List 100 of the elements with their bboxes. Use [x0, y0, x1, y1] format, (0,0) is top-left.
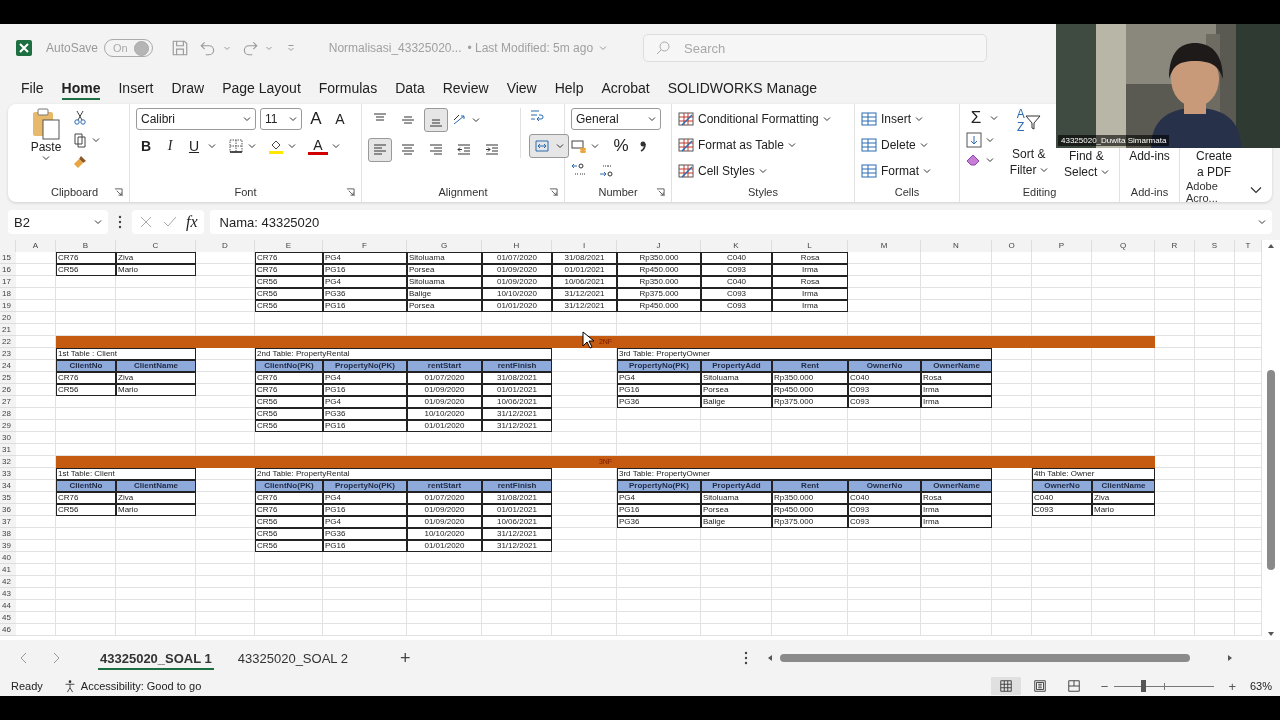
row-number[interactable]: 32: [0, 456, 16, 468]
font-family-dropdown[interactable]: Calibri: [136, 108, 256, 130]
styles-menu-button[interactable]: Format as Table: [678, 134, 796, 156]
scrollbar-thumb[interactable]: [1267, 370, 1275, 570]
autosum-button[interactable]: Σ: [966, 108, 986, 128]
menu-tab[interactable]: Home: [52, 76, 110, 100]
align-icon[interactable]: [424, 108, 448, 132]
row-number[interactable]: 15: [0, 252, 16, 264]
caret-icon[interactable]: [248, 142, 256, 150]
row-number[interactable]: 29: [0, 420, 16, 432]
menu-tab[interactable]: Data: [386, 76, 434, 100]
scroll-up-icon[interactable]: [1267, 242, 1275, 250]
row-number[interactable]: 34: [0, 480, 16, 492]
merge-center-button[interactable]: [529, 134, 569, 158]
row-number[interactable]: 38: [0, 528, 16, 540]
scissors-icon[interactable]: [72, 110, 88, 126]
borders-icon[interactable]: [228, 138, 244, 154]
row-number[interactable]: 30: [0, 432, 16, 444]
caret-icon[interactable]: [986, 156, 994, 164]
row-number[interactable]: 40: [0, 552, 16, 564]
add-ins-button[interactable]: Add-ins: [1129, 148, 1170, 164]
menu-tab[interactable]: Acrobat: [592, 76, 659, 100]
row-number[interactable]: 35: [0, 492, 16, 504]
zoom-in-button[interactable]: +: [1228, 678, 1236, 694]
collapse-ribbon-icon[interactable]: [1250, 186, 1262, 194]
next-sheet-icon[interactable]: [52, 652, 60, 664]
row-number[interactable]: 36: [0, 504, 16, 516]
menu-tab[interactable]: Draw: [162, 76, 214, 100]
row-number[interactable]: 44: [0, 600, 16, 612]
styles-menu-button[interactable]: Cell Styles: [678, 160, 767, 182]
row-number[interactable]: 27: [0, 396, 16, 408]
scroll-left-icon[interactable]: [766, 654, 775, 662]
cells-menu-button[interactable]: Format: [861, 160, 931, 182]
search-field[interactable]: Search: [643, 34, 988, 62]
fill-down-icon[interactable]: [966, 132, 982, 148]
styles-menu-button[interactable]: Conditional Formatting: [678, 108, 831, 130]
row-number[interactable]: 16: [0, 264, 16, 276]
launcher-icon[interactable]: [549, 188, 558, 197]
more-icon[interactable]: [118, 215, 122, 229]
menu-tab[interactable]: SOLIDWORKS Manage: [658, 76, 827, 100]
menu-tab[interactable]: View: [497, 76, 546, 100]
shrink-font-button[interactable]: A: [330, 109, 350, 129]
row-number[interactable]: 19: [0, 300, 16, 312]
align-icon[interactable]: [368, 138, 392, 162]
fill-color-icon[interactable]: [268, 138, 284, 154]
wrap-text-icon[interactable]: [529, 108, 545, 124]
cells-menu-button[interactable]: Insert: [861, 108, 923, 130]
caret-icon[interactable]: [208, 142, 216, 150]
previous-sheet-icon[interactable]: [20, 652, 28, 664]
more-icon[interactable]: [744, 651, 749, 665]
row-number[interactable]: 43: [0, 588, 16, 600]
row-number[interactable]: 41: [0, 564, 16, 576]
percent-button[interactable]: %: [611, 136, 631, 156]
currency-icon[interactable]: [571, 138, 587, 154]
underline-button[interactable]: U: [184, 136, 204, 156]
font-color-button[interactable]: A: [308, 137, 328, 155]
menu-tab[interactable]: Formulas: [309, 76, 387, 100]
caret-icon[interactable]: [288, 142, 296, 150]
caret-icon[interactable]: [264, 44, 273, 52]
name-box[interactable]: B2: [8, 210, 108, 234]
row-number[interactable]: 46: [0, 624, 16, 636]
row-number[interactable]: 25: [0, 372, 16, 384]
zoom-slider[interactable]: [1114, 679, 1215, 693]
row-number[interactable]: 24: [0, 360, 16, 372]
number-format-dropdown[interactable]: General: [571, 108, 661, 130]
menu-tab[interactable]: Review: [433, 76, 498, 100]
italic-button[interactable]: I: [160, 136, 180, 156]
save-icon[interactable]: [170, 39, 189, 57]
launcher-icon[interactable]: [656, 188, 665, 197]
scroll-down-icon[interactable]: [1267, 630, 1275, 638]
launcher-icon[interactable]: [346, 188, 355, 197]
view-icon[interactable]: [990, 677, 1021, 695]
caret-icon[interactable]: [599, 44, 608, 52]
font-size-dropdown[interactable]: 11: [260, 108, 302, 130]
grow-font-button[interactable]: A: [306, 109, 326, 129]
menu-tab[interactable]: Page Layout: [213, 76, 310, 100]
row-number[interactable]: 33: [0, 468, 16, 480]
menu-tab[interactable]: Insert: [109, 76, 163, 100]
bold-button[interactable]: B: [136, 136, 156, 156]
row-number[interactable]: 20: [0, 312, 16, 324]
row-number[interactable]: 28: [0, 408, 16, 420]
row-number[interactable]: 37: [0, 516, 16, 528]
caret-icon[interactable]: [591, 142, 599, 150]
cells-menu-button[interactable]: Delete: [861, 134, 928, 156]
row-number[interactable]: 18: [0, 288, 16, 300]
row-number[interactable]: 39: [0, 540, 16, 552]
zoom-level[interactable]: 63%: [1249, 680, 1272, 692]
accessibility-status[interactable]: Accessibility: Good to go: [80, 680, 202, 692]
row-number[interactable]: 42: [0, 576, 16, 588]
row-number[interactable]: 26: [0, 384, 16, 396]
row-number[interactable]: 45: [0, 612, 16, 624]
caret-icon[interactable]: [472, 116, 480, 124]
row-number[interactable]: 17: [0, 276, 16, 288]
caret-icon[interactable]: [986, 136, 994, 144]
sheet-tab[interactable]: 43325020_SOAL 2: [227, 644, 358, 672]
copy-icon[interactable]: [72, 132, 88, 148]
decrease-decimal-icon[interactable]: [599, 162, 615, 178]
cancel-icon[interactable]: [138, 214, 154, 230]
undo-icon[interactable]: [198, 39, 217, 57]
zoom-out-button[interactable]: −: [1100, 678, 1109, 694]
